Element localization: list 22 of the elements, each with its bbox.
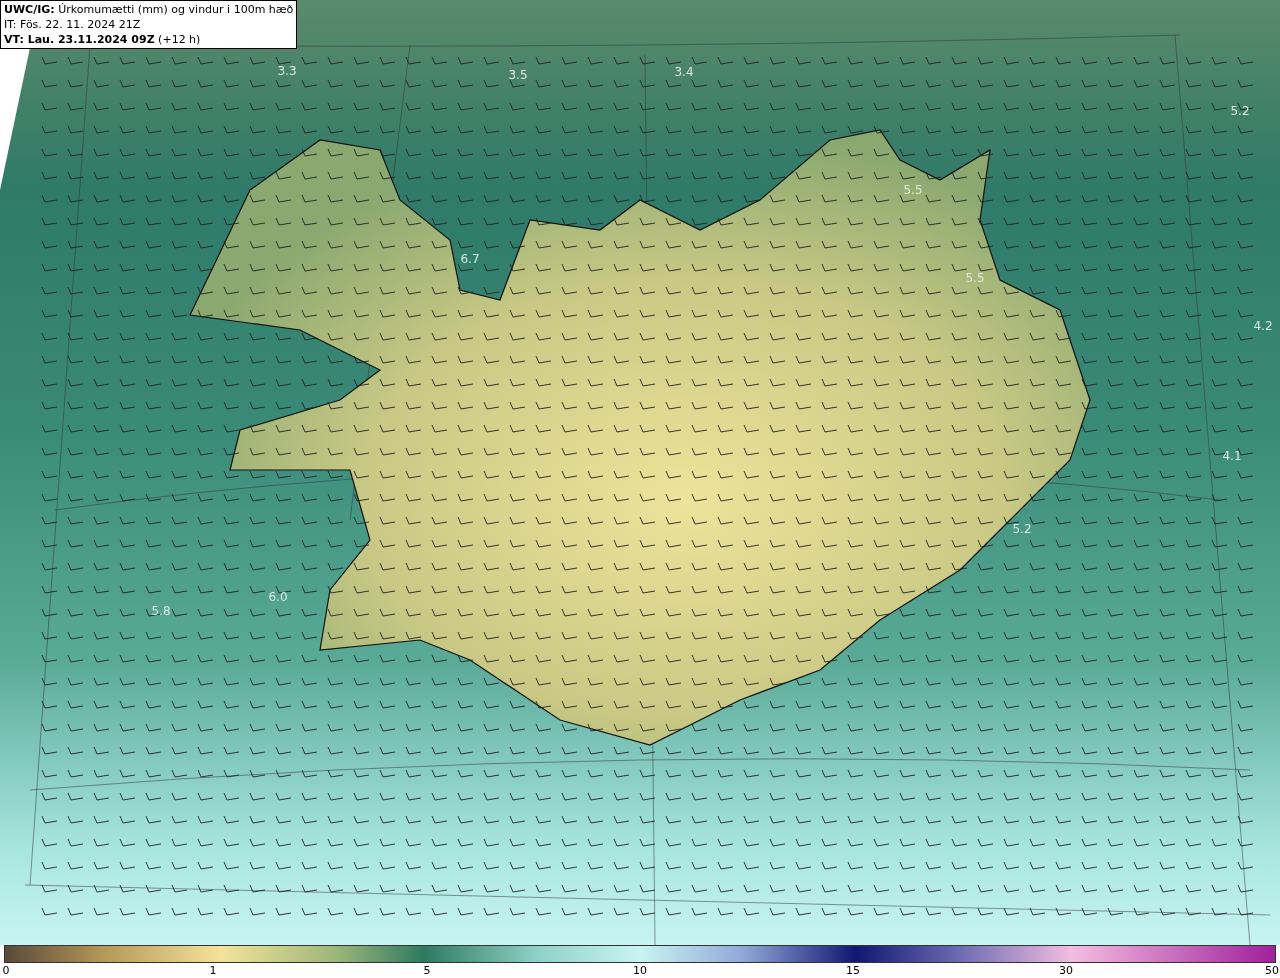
map-value-label: 3.5 <box>508 68 528 82</box>
map-value-label: 5.8 <box>151 604 171 618</box>
map-value-label: 4.1 <box>1222 449 1242 463</box>
map-value-label: 3.4 <box>674 65 694 79</box>
scale-tick-label: 15 <box>846 965 860 977</box>
title-line: VT: Lau. 23.11.2024 09Z (+12 h) <box>4 32 202 47</box>
map-value-label: 5.2 <box>1012 522 1032 536</box>
title-line: IT: Fös. 22. 11. 2024 21Z <box>4 17 142 32</box>
title-line: UWC/IG: Úrkomumætti (mm) og vindur i 100m hæð <box>4 2 294 17</box>
scale-tick-label: 0 <box>2 965 10 977</box>
map-value-label: 3.3 <box>277 64 297 78</box>
scale-tick-label: 5 <box>423 965 431 977</box>
map-value-label: 5.5 <box>965 271 985 285</box>
map-value-label: 6.7 <box>460 252 480 266</box>
map-value-label: 5.5 <box>903 183 923 197</box>
scale-tick-label: 10 <box>633 965 647 977</box>
scale-tick-label: 30 <box>1059 965 1073 977</box>
map-value-label: 4.2 <box>1253 319 1273 333</box>
map-value-label: 5.2 <box>1230 104 1250 118</box>
scale-tick-label: 50 <box>1265 965 1279 977</box>
scale-tick-label: 1 <box>209 965 217 977</box>
map-value-label: 6.0 <box>268 590 288 604</box>
